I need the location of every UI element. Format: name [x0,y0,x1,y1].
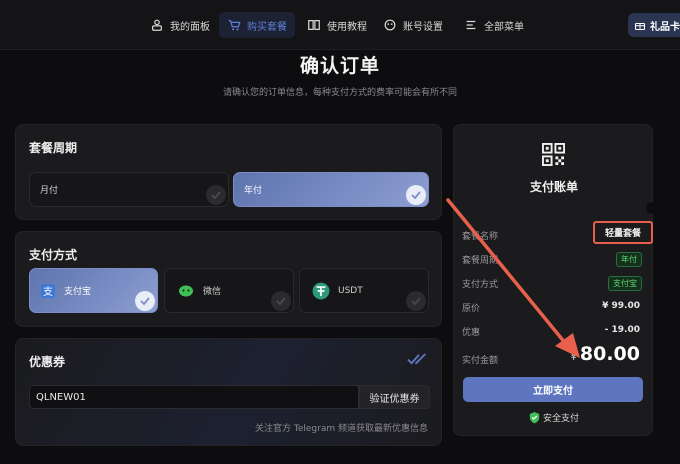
book-icon [308,20,320,30]
total-value: 80.00 [579,343,640,365]
nav-label: 购买套餐 [247,21,287,33]
payment-title: 支付方式 [29,248,78,262]
coupon-card: 优惠券 验证优惠券 关注官方 Telegram 频道获取最新优惠信息 [15,338,442,446]
ticket-notch [646,202,658,214]
nav-item-buy-plan[interactable]: 购买套餐 [219,12,295,38]
wechat-icon [179,285,193,296]
period-title: 套餐周期 [29,141,78,155]
pay-now-button[interactable]: 立即支付 [463,377,643,402]
tether-icon [312,282,330,299]
payment-card: 支付方式 支 支付宝 微信 USDT [15,231,442,327]
top-nav: 我的面板 购买套餐 使用教程 账号设置 全部菜单 礼品卡 [0,0,680,50]
shield-check-icon [529,412,540,424]
gift-card-button[interactable]: 礼品卡 [628,13,680,37]
period-tag: 年付 [616,252,642,267]
period-option-yearly[interactable]: 年付 [233,172,429,207]
nav-item-all-menu[interactable]: 全部菜单 [456,12,532,38]
nav-label: 账号设置 [403,21,443,33]
option-label: USDT [338,285,363,296]
plan-label: 套餐名称 [462,232,499,242]
secure-payment: 安全支付 [454,411,654,424]
cart-icon [228,20,241,31]
payment-option-usdt[interactable]: USDT [299,268,429,313]
method-tag: 支付宝 [608,276,642,291]
nav-label: 我的面板 [170,21,210,33]
nav-item-tutorial[interactable]: 使用教程 [299,12,375,38]
page-title: 确认订单 [299,55,380,77]
check-icon [271,291,291,311]
nav-item-dashboard[interactable]: 我的面板 [142,12,218,38]
page-subtitle: 请确认您的订单信息，每种支付方式的费率可能会有所不同 [222,88,457,98]
secure-label: 安全支付 [542,414,579,424]
check-icon [135,291,155,311]
option-label: 年付 [244,186,263,196]
plan-value: 轻量套餐 [593,221,653,244]
check-icon [406,291,426,311]
period-option-monthly[interactable]: 月付 [29,172,229,207]
coupon-note: 关注官方 Telegram 频道获取最新优惠信息 [255,424,428,434]
verify-coupon-button[interactable]: 验证优惠券 [359,385,430,409]
payment-option-alipay[interactable]: 支 支付宝 [29,268,158,313]
gift-card-label: 礼品卡 [650,21,680,33]
period-label: 套餐周期 [462,256,499,266]
total-amount: ¥ 80.00 [571,343,640,365]
coupon-title: 优惠券 [29,355,66,369]
option-label: 支付宝 [64,287,92,297]
discount-label: 优惠 [462,328,481,338]
currency-symbol: ¥ [570,352,577,363]
payment-option-wechat[interactable]: 微信 [164,268,294,313]
nav-item-account[interactable]: 账号设置 [375,12,451,38]
svg-text:支: 支 [43,286,53,298]
total-label: 实付金额 [462,356,499,366]
gift-icon [634,22,646,31]
bill-title: 支付账单 [529,180,578,194]
coupon-input[interactable] [29,385,359,409]
price-label: 原价 [462,304,481,314]
menu-icon [466,20,476,30]
option-label: 微信 [203,287,222,297]
check-icon [406,185,426,205]
option-label: 月付 [40,186,59,196]
qr-code-icon [542,143,565,166]
bill-card: 支付账单 套餐名称 轻量套餐 套餐周期 年付 支付方式 支付宝 原价 ¥ 99.… [453,124,658,436]
method-label: 支付方式 [462,280,499,290]
double-check-icon [407,353,426,365]
dashboard-icon [152,19,162,31]
nav-label: 使用教程 [327,21,367,33]
period-card: 套餐周期 月付 年付 [15,124,442,220]
discount-value: - 19.00 [604,325,640,335]
alipay-icon: 支 [41,283,55,298]
user-settings-icon [384,19,396,31]
check-icon [206,185,226,205]
nav-label: 全部菜单 [484,21,524,33]
price-value: ¥ 99.00 [602,301,640,311]
